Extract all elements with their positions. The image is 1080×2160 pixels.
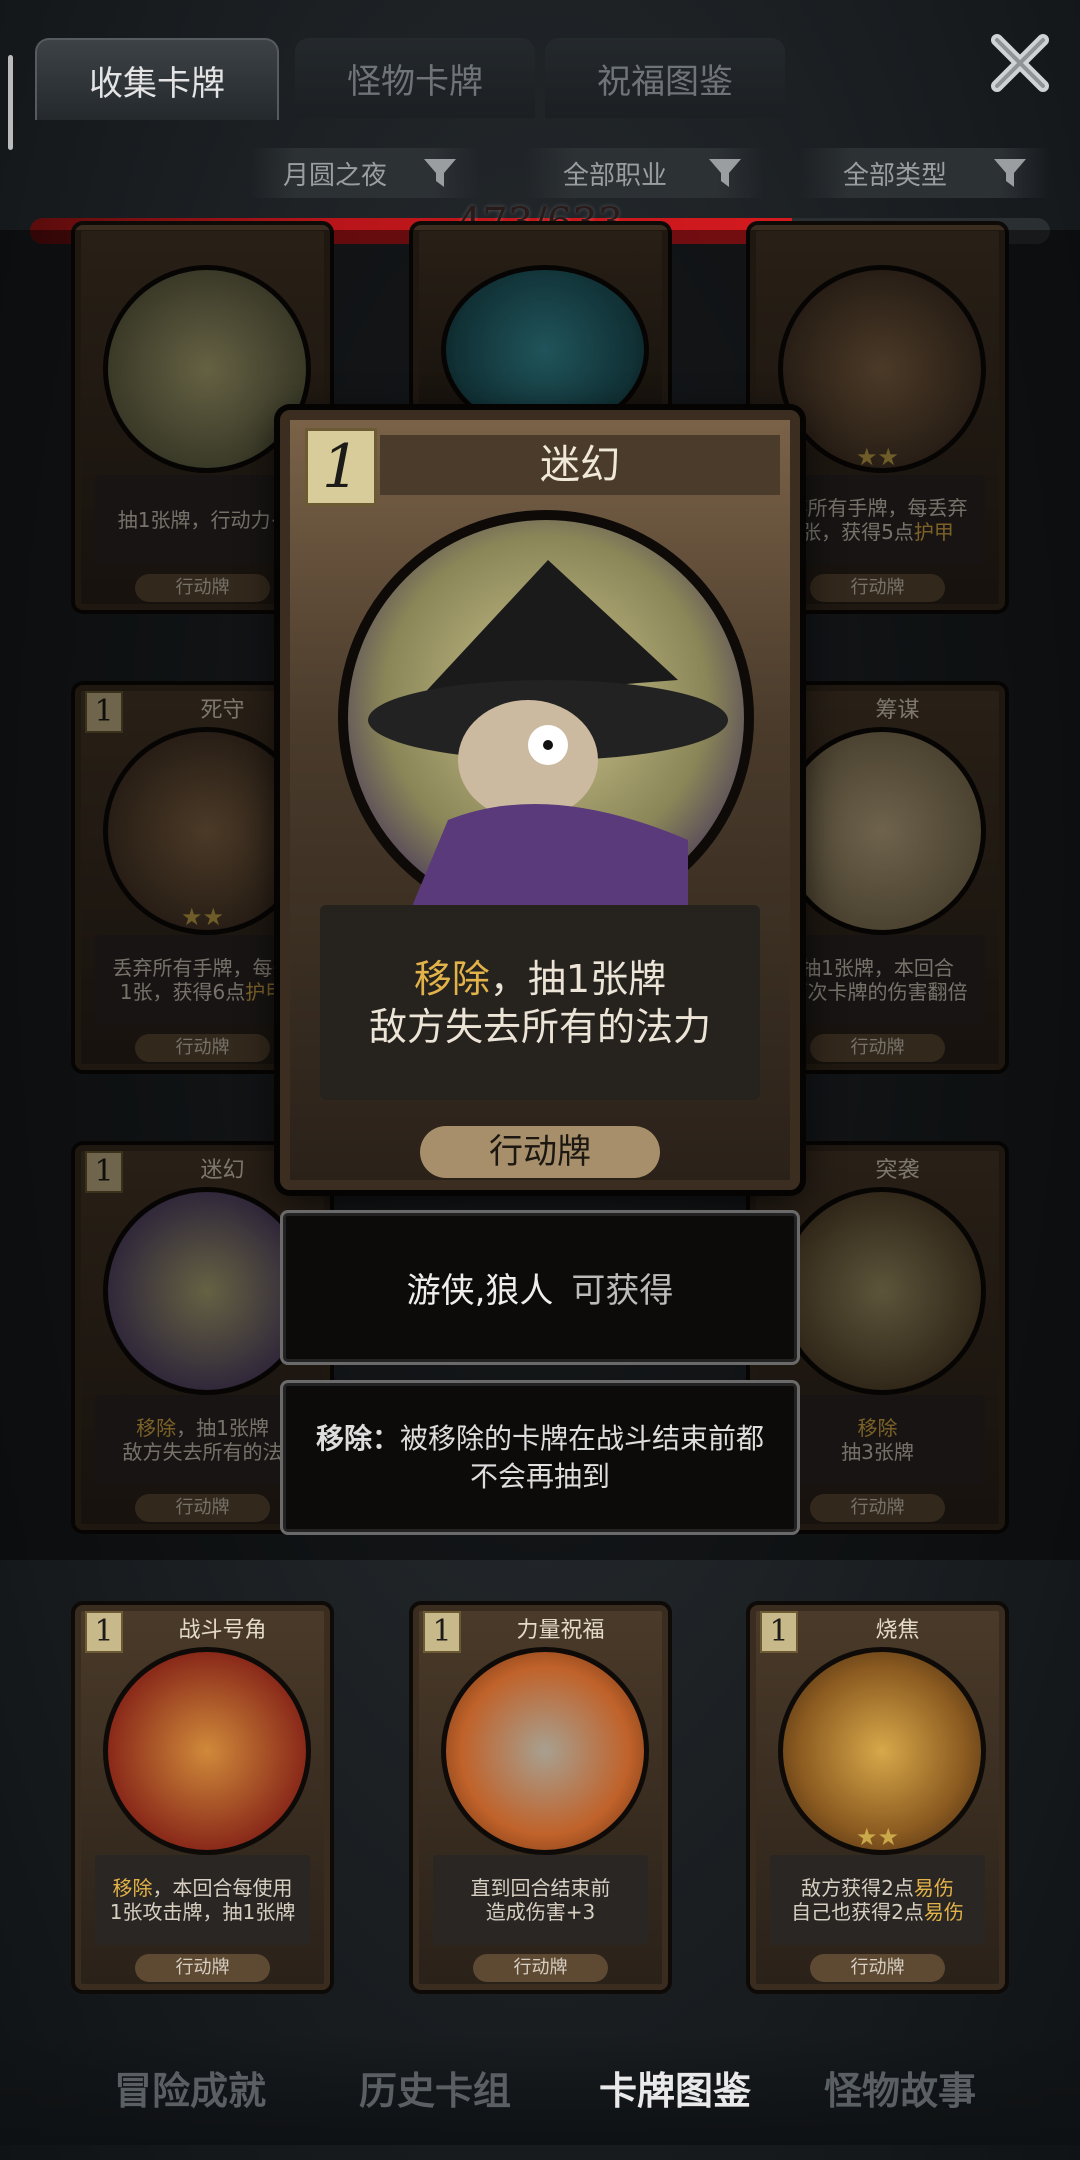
card-cost: 1 [85, 1151, 123, 1193]
card-art [441, 1647, 649, 1855]
tab-collect-cards[interactable]: 收集卡牌 [35, 38, 279, 120]
card-desc: 抽1张牌，行动力+ [95, 475, 310, 565]
card-type: 行动牌 [135, 574, 270, 602]
card-cost: 1 [760, 1611, 798, 1653]
filter-label: 全部类型 [842, 160, 947, 191]
card-art [778, 727, 986, 935]
card-desc: 移除，抽1张牌 敌方失去所有的法 [95, 1395, 310, 1485]
card-cost: 1 [85, 691, 123, 733]
filter-type[interactable]: 全部类型 [800, 148, 1050, 198]
keyword-explanation: 被移除的卡牌在战斗结束前都不会再抽到 [400, 1421, 765, 1493]
card-name: 筹谋 [875, 698, 920, 723]
nav-card-gallery[interactable]: 卡牌图鉴 [555, 2060, 795, 2115]
filter-funnel-icon [424, 159, 456, 187]
card-item[interactable]: 1 战斗号角 移除，本回合每使用 1张攻击牌，抽1张牌 行动牌 [75, 1605, 330, 1990]
tab-monster-cards[interactable]: 怪物卡牌 [295, 38, 535, 118]
keyword-remove: 移除 [413, 956, 490, 1001]
tab-label: 祝福图鉴 [597, 61, 733, 102]
nav-achievements[interactable]: 冒险成就 [70, 2060, 310, 2115]
filter-moon[interactable]: 月圆之夜 [250, 148, 480, 198]
focused-card-cost: 1 [305, 428, 377, 506]
filter-label: 月圆之夜 [282, 160, 387, 191]
card-name: 突袭 [875, 1158, 920, 1183]
card-cost: 1 [423, 1611, 461, 1653]
card-cost: 1 [85, 1611, 123, 1653]
card-art [103, 1647, 311, 1855]
card-desc: 移除，本回合每使用 1张攻击牌，抽1张牌 [95, 1855, 310, 1945]
nav-history-decks[interactable]: 历史卡组 [315, 2060, 555, 2115]
keyword-term: 移除： [315, 1421, 400, 1455]
filter-class[interactable]: 全部职业 [525, 148, 765, 198]
card-name: 力量祝福 [516, 1618, 605, 1643]
focused-card-type: 行动牌 [420, 1126, 660, 1178]
card-type: 行动牌 [810, 574, 945, 602]
card-desc: 丢弃所有手牌，每丢 1张，获得6点护甲 [95, 935, 310, 1025]
card-type: 行动牌 [135, 1494, 270, 1522]
filter-label: 全部职业 [562, 160, 667, 191]
obtain-classes: 游侠,狼人 [406, 1271, 554, 1311]
nav-monster-stories[interactable]: 怪物故事 [780, 2060, 1020, 2115]
tab-label: 怪物卡牌 [347, 61, 483, 102]
obtain-tooltip: 游侠,狼人 可获得 [280, 1210, 800, 1365]
witch-illustration [368, 560, 728, 916]
card-type: 行动牌 [810, 1494, 945, 1522]
card-type: 行动牌 [135, 1954, 270, 1982]
card-desc: 抽1张牌，本回合 下次卡牌的伤害翻倍 [770, 935, 985, 1025]
close-icon[interactable] [985, 28, 1055, 98]
keyword-tooltip: 移除：被移除的卡牌在战斗结束前都不会再抽到 [280, 1380, 800, 1535]
desc-line1: ，抽1张牌 [489, 956, 667, 1001]
tab-blessings[interactable]: 祝福图鉴 [545, 38, 785, 118]
card-type: 行动牌 [135, 1034, 270, 1062]
focused-card-art [338, 510, 754, 926]
obtain-suffix: 可获得 [571, 1271, 674, 1311]
card-art [778, 265, 986, 473]
card-item[interactable] [413, 225, 668, 435]
card-stars: ★★ [855, 1823, 900, 1851]
card-desc: 直到回合结束前 造成伤害+3 [433, 1855, 648, 1945]
card-desc: 弃所有手牌，每丢弃 张，获得5点护甲 [770, 475, 985, 565]
filter-funnel-icon [709, 159, 741, 187]
tab-label: 收集卡牌 [89, 63, 225, 104]
focused-card-name: 迷幻 [380, 435, 780, 495]
card-type: 行动牌 [810, 1954, 945, 1982]
card-desc: 敌方获得2点易伤 自己也获得2点易伤 [770, 1855, 985, 1945]
card-art [778, 1187, 986, 1395]
filter-funnel-icon [994, 159, 1026, 187]
card-desc: 移除 抽3张牌 [770, 1395, 985, 1485]
card-item[interactable]: 1 烧焦 ★★ 敌方获得2点易伤 自己也获得2点易伤 行动牌 [750, 1605, 1005, 1990]
card-type: 行动牌 [810, 1034, 945, 1062]
card-name: 战斗号角 [178, 1618, 267, 1643]
desc-line2: 敌方失去所有的法力 [368, 1004, 711, 1049]
card-name: 烧焦 [875, 1618, 920, 1643]
focused-card[interactable]: 迷幻 1 移除，抽1张牌 敌方失去所有的法力 行动牌 [280, 410, 800, 1190]
card-type: 行动牌 [473, 1954, 608, 1982]
card-item[interactable]: 1 力量祝福 直到回合结束前 造成伤害+3 行动牌 [413, 1605, 668, 1990]
left-edge-handle [8, 55, 13, 150]
focused-card-desc: 移除，抽1张牌 敌方失去所有的法力 [320, 905, 760, 1100]
